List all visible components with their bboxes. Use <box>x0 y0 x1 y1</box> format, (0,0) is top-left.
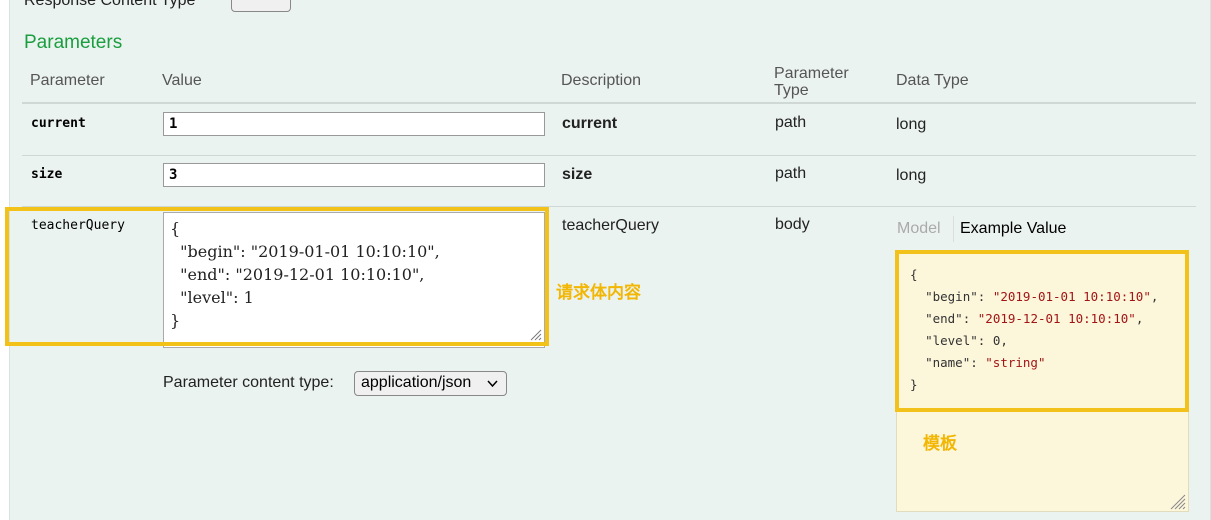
header-value: Value <box>162 72 202 89</box>
param-type: path <box>775 165 807 182</box>
param-data-type: long <box>896 167 927 184</box>
header-divider <box>22 102 1196 104</box>
header-data-type: Data Type <box>896 72 969 89</box>
param-description: teacherQuery <box>562 217 659 234</box>
size-input[interactable]: 3 <box>163 163 545 187</box>
param-description: size <box>562 166 593 183</box>
header-parameter: Parameter <box>30 72 105 89</box>
response-content-type-label: Response Content Type <box>24 0 196 9</box>
header-description: Description <box>561 72 642 89</box>
param-description: current <box>562 115 618 132</box>
param-type: body <box>775 216 810 233</box>
response-content-type-select[interactable] <box>231 0 291 12</box>
header-parameter-type: Parameter Type <box>774 65 849 99</box>
tab-separator <box>953 216 954 242</box>
parameter-content-type-label: Parameter content type: <box>163 374 334 391</box>
request-body-highlight <box>5 207 549 346</box>
param-data-type: long <box>896 116 927 133</box>
parameter-content-type-select[interactable]: application/json <box>354 371 507 396</box>
tab-example-value[interactable]: Example Value <box>960 220 1066 238</box>
template-highlight <box>895 250 1189 412</box>
template-annotation: 模板 <box>923 434 957 453</box>
row-divider <box>22 155 1196 156</box>
current-input[interactable]: 1 <box>163 112 545 136</box>
tab-model[interactable]: Model <box>897 220 941 238</box>
resize-handle-icon[interactable] <box>1170 494 1186 510</box>
param-type: path <box>775 114 807 131</box>
chevron-down-icon <box>487 380 498 388</box>
param-name: size <box>31 167 63 182</box>
request-body-annotation: 请求体内容 <box>556 283 641 302</box>
param-name: current <box>31 116 86 131</box>
parameters-title: Parameters <box>24 32 123 53</box>
